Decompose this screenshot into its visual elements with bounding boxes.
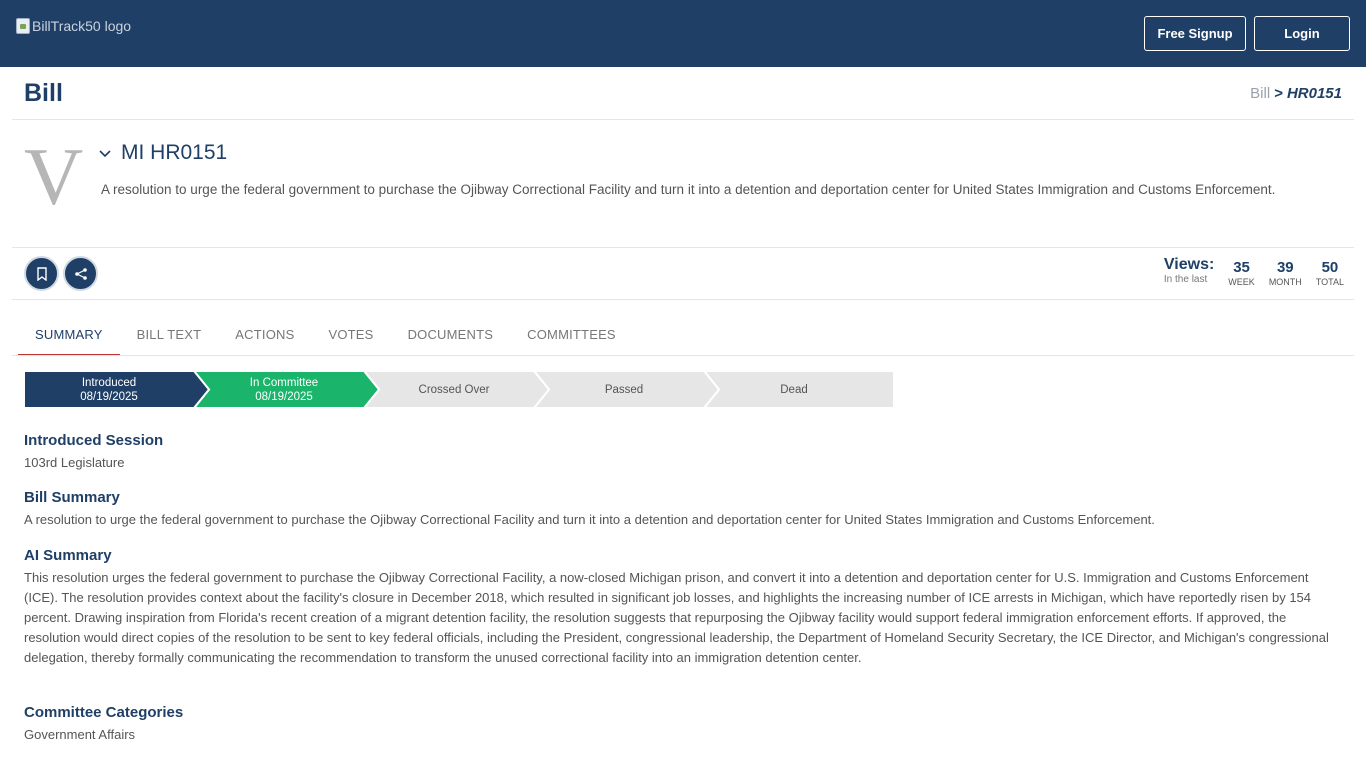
logo-alt-text: BillTrack50 logo [32,18,132,34]
views-counter: Views: In the last 35 WEEK 39 MONTH 50 T… [1164,256,1344,287]
tab-votes[interactable]: VOTES [311,318,390,356]
progress-step-dead: Dead [714,371,874,408]
views-total: 50 TOTAL [1315,259,1344,287]
tab-committees[interactable]: COMMITTEES [510,318,633,356]
chevron-down-icon[interactable] [98,147,112,161]
divider [12,247,1354,248]
tab-bill-text[interactable]: BILL TEXT [120,318,219,356]
login-button[interactable]: Login [1254,16,1350,51]
divider [12,355,1354,356]
progress-step-date: 08/19/2025 [80,390,138,403]
breadcrumb-root[interactable]: Bill [1250,85,1270,102]
section-heading: Introduced Session [24,432,164,449]
committee-categories-section: Committee Categories Government Affairs [24,704,1334,745]
progress-step-label: Dead [780,383,808,396]
tab-summary[interactable]: SUMMARY [18,318,120,356]
free-signup-button[interactable]: Free Signup [1144,16,1246,51]
bill-summary-section: Bill Summary A resolution to urge the fe… [24,489,1334,530]
ai-summary-section: AI Summary This resolution urges the fed… [24,547,1334,668]
breadcrumb: Bill > HR0151 [1250,85,1342,102]
progress-step-crossed-over: Crossed Over [374,371,534,408]
tab-actions[interactable]: ACTIONS [218,318,311,356]
progress-step-label: In Committee [249,376,319,389]
section-body: 103rd Legislature [24,455,125,470]
views-month: 39 MONTH [1268,259,1302,287]
section-body: Government Affairs [24,727,136,742]
progress-step-label: Introduced [81,376,137,389]
bookmark-icon [36,266,47,281]
views-sublabel: In the last [1163,274,1208,285]
progress-step-passed: Passed [544,371,704,408]
section-body: A resolution to urge the federal governm… [24,512,1155,527]
progress-step-introduced: Introduced 08/19/2025 [24,371,194,408]
site-logo[interactable]: BillTrack50 logo [16,18,131,34]
share-button[interactable] [63,256,98,291]
top-navbar: BillTrack50 logo Free Signup Login [0,0,1366,67]
section-heading: Committee Categories [24,704,184,721]
tab-documents[interactable]: DOCUMENTS [391,318,511,356]
bill-description: A resolution to urge the federal governm… [101,182,1276,197]
progress-step-in-committee: In Committee 08/19/2025 [204,371,364,408]
bill-id: MI HR0151 [121,141,228,164]
section-heading: Bill Summary [24,489,120,506]
page-title: Bill [24,79,63,107]
divider [12,299,1354,300]
progress-step-label: Passed [604,383,644,396]
bill-initial-letter: V [24,131,84,222]
progress-step-label: Crossed Over [418,383,490,396]
views-week: 35 WEEK [1228,259,1255,287]
divider [12,119,1354,120]
section-heading: AI Summary [24,547,112,564]
section-body: This resolution urges the federal govern… [24,570,1329,665]
bookmark-button[interactable] [24,256,59,291]
share-icon [74,267,87,280]
breadcrumb-current: HR0151 [1286,85,1342,102]
introduced-session-section: Introduced Session 103rd Legislature [24,432,1334,473]
tab-bar: SUMMARY BILL TEXT ACTIONS VOTES DOCUMENT… [18,318,633,356]
bill-progress-tracker: Introduced 08/19/2025 In Committee 08/19/20… [24,371,894,408]
broken-image-icon [16,18,30,34]
progress-step-date: 08/19/2025 [255,390,313,403]
views-label: Views: [1163,256,1215,273]
breadcrumb-separator: > [1274,85,1283,102]
